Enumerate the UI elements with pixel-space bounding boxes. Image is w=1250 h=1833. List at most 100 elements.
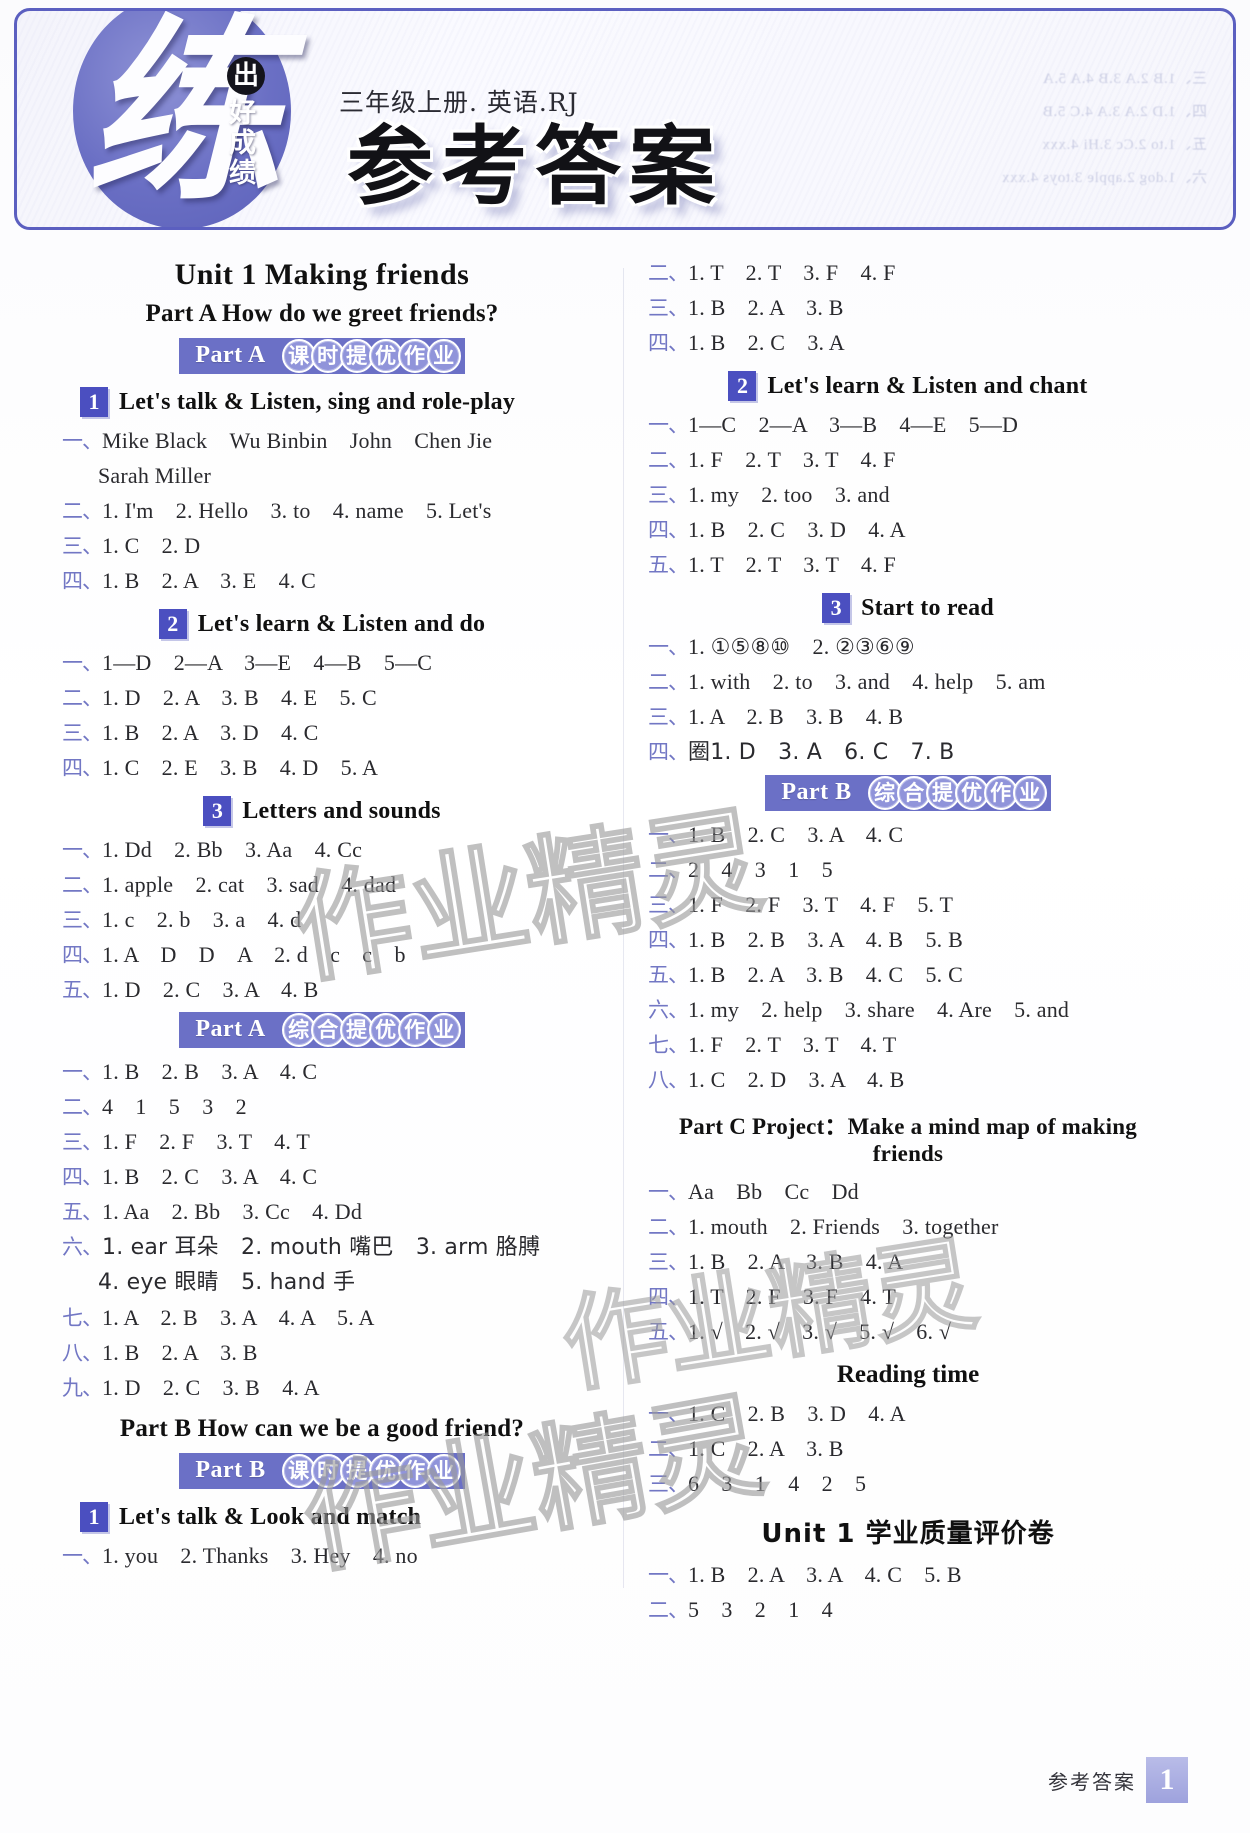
banner-bubble: 业 bbox=[1012, 776, 1047, 810]
answer-row: 三、 1. A 2. B 3. B 4. B bbox=[648, 702, 1168, 732]
row-index-cn: 二、 bbox=[648, 261, 689, 285]
row-index-cn: 四、 bbox=[648, 518, 689, 542]
row-answers: 1. you 2. Thanks 3. Hey 4. no bbox=[102, 1543, 418, 1568]
row-answers: 1. c 2. b 3. a 4. d bbox=[102, 907, 302, 932]
row-answers: 1. B 2. A 3. B bbox=[688, 295, 844, 320]
answer-group-reading-time: 一、 1. C 2. B 3. D 4. A 二、 1. C 2. A 3. B 三… bbox=[648, 1399, 1168, 1499]
answer-group-2: 一、 1—D 2—A 3—E 4—B 5—C 二、 1. D 2. A 3. B 4… bbox=[62, 648, 582, 783]
answer-group-b1-continued: 二、 1. T 2. T 3. F 4. F 三、 1. B 2. A 3. B 四… bbox=[648, 258, 1168, 358]
row-index-cn: 二、 bbox=[648, 448, 689, 472]
banner-part-b-keshi: Part B 课 时 提 优 作 业 bbox=[179, 1453, 465, 1489]
row-index-cn: 四、 bbox=[648, 740, 689, 764]
answer-row: 四、 1. B 2. A 3. E 4. C bbox=[62, 566, 582, 596]
subject-grade-line: 三年级上册. 英语.RJ bbox=[339, 88, 579, 117]
section-heading-r2: 2 Let's learn & Listen and chant bbox=[648, 371, 1168, 401]
section-heading-2: 2 Let's learn & Listen and do bbox=[62, 609, 582, 639]
section-number-badge: 1 bbox=[80, 387, 108, 417]
banner-tab-label: Part A bbox=[179, 1012, 280, 1048]
answer-row: 七、 1. A 2. B 3. A 4. A 5. A bbox=[62, 1303, 582, 1333]
row-answers: 1. C 2. B 3. D 4. A bbox=[688, 1401, 906, 1426]
banner-bubbles: 综 合 提 优 作 业 bbox=[865, 775, 1051, 811]
row-answers: 1. B 2. A 3. B bbox=[102, 1340, 258, 1365]
answer-row: 三、 1. B 2. A 3. D 4. C bbox=[62, 718, 582, 748]
logo-haochengji-text: 好成绩 bbox=[229, 98, 256, 189]
banner-bubbles: 综 合 提 优 作 业 bbox=[279, 1012, 465, 1048]
row-index-cn: 一、 bbox=[62, 1544, 103, 1568]
row-index-cn: 五、 bbox=[62, 1200, 103, 1224]
section-number-badge: 3 bbox=[822, 593, 851, 623]
answer-group-3: 一、 1. Dd 2. Bb 3. Aa 4. Cc 二、 1. apple 2. … bbox=[62, 835, 582, 1005]
row-index-cn: 一、 bbox=[648, 1563, 689, 1587]
row-index-cn: 一、 bbox=[62, 1060, 103, 1084]
page-title: 参考答案 bbox=[347, 117, 723, 217]
banner-bubble: 业 bbox=[426, 1013, 461, 1047]
answer-row: 三、 1. C 2. D bbox=[62, 531, 582, 561]
row-answers: 1. A 2. B 3. B 4. B bbox=[688, 704, 904, 729]
row-index-cn: 八、 bbox=[648, 1068, 689, 1092]
row-answers: 1—D 2—A 3—E 4—B 5—C bbox=[102, 650, 433, 675]
row-index-cn: 四、 bbox=[648, 331, 689, 355]
unit-title: Unit 1 Making friends bbox=[174, 258, 470, 291]
answer-row: 五、 1. √ 2. √ 3. √ 5. √ 6. √ bbox=[648, 1317, 1168, 1347]
answer-row: 二、 5 3 2 1 4 bbox=[648, 1595, 1168, 1625]
answer-row: 一、 1—C 2—A 3—B 4—E 5—D bbox=[648, 410, 1168, 440]
row-index-cn: 四、 bbox=[62, 1165, 103, 1189]
answer-row-continued: 4. eye 眼睛 5. hand 手 bbox=[62, 1268, 582, 1298]
row-answers: 4. eye 眼睛 5. hand 手 bbox=[98, 1270, 356, 1295]
answer-row: 五、 1. D 2. C 3. A 4. B bbox=[62, 975, 582, 1005]
row-answers: 1. I'm 2. Hello 3. to 4. name 5. Let's bbox=[102, 498, 492, 523]
row-answers: 1. T 2. T 3. T 4. F bbox=[688, 552, 896, 577]
answer-row: 四、 1. B 2. C 3. A bbox=[648, 328, 1168, 358]
answer-row: 五、 1. T 2. T 3. T 4. F bbox=[648, 550, 1168, 580]
answer-row: 四、 1. T 2. F 3. F 4. T bbox=[648, 1282, 1168, 1312]
row-answers: Aa Bb Cc Dd bbox=[688, 1179, 859, 1204]
answer-group-r2: 一、 1—C 2—A 3—B 4—E 5—D 二、 1. F 2. T 3. T 4… bbox=[648, 410, 1168, 580]
row-answers: 1. B 2. C 3. A 4. C bbox=[102, 1164, 318, 1189]
row-answers: 1. B 2. B 3. A 4. C bbox=[102, 1059, 318, 1084]
row-answers: 1. F 2. F 3. T 4. T bbox=[102, 1129, 310, 1154]
answer-row: 二、 1. with 2. to 3. and 4. help 5. am bbox=[648, 667, 1168, 697]
answer-row: 二、 2 4 3 1 5 bbox=[648, 855, 1168, 885]
logo-chu-badge: 出 bbox=[227, 57, 265, 95]
row-index-cn: 二、 bbox=[62, 499, 103, 523]
row-index-cn: 三、 bbox=[648, 483, 689, 507]
row-answers: 1. B 2. A 3. A 4. C 5. B bbox=[688, 1562, 962, 1587]
row-index-cn: 四、 bbox=[62, 569, 103, 593]
row-answers: 6 3 1 4 2 5 bbox=[688, 1471, 867, 1496]
unit-evaluation-heading: Unit 1 学业质量评价卷 bbox=[761, 1519, 1055, 1549]
banner-tab-label: Part A bbox=[179, 338, 280, 374]
row-index-cn: 七、 bbox=[62, 1306, 103, 1330]
banner-bubbles: 课 时 提 优 作 业 bbox=[279, 1453, 465, 1489]
answer-row: 五、 1. B 2. A 3. B 4. C 5. C bbox=[648, 960, 1168, 990]
section-heading-label: Let's learn & Listen and do bbox=[197, 610, 486, 637]
row-answers: 1. A D D A 2. d c c b bbox=[102, 942, 406, 967]
row-answers: 5 3 2 1 4 bbox=[688, 1597, 833, 1622]
section-heading-r3: 3 Start to read bbox=[648, 593, 1168, 623]
banner-tab-label: Part B bbox=[179, 1453, 280, 1489]
row-answers: 1. C 2. A 3. B bbox=[688, 1436, 844, 1461]
section-heading-label: Start to read bbox=[861, 594, 994, 621]
answer-row: 八、 1. B 2. A 3. B bbox=[62, 1338, 582, 1368]
part-c-heading: Part C Project：Make a mind map of making… bbox=[679, 1114, 1137, 1166]
answer-row: 一、 1. Dd 2. Bb 3. Aa 4. Cc bbox=[62, 835, 582, 865]
answer-key-page: 三、1.B 2.A 3.B 4.A 5.A 四、1.D 2.A 3.A 4.C … bbox=[0, 0, 1250, 1833]
answer-row: 四、 1. A D D A 2. d c c b bbox=[62, 940, 582, 970]
banner-part-b-zonghe: Part B 综 合 提 优 作 业 bbox=[765, 775, 1051, 811]
row-index-cn: 三、 bbox=[62, 1130, 103, 1154]
row-index-cn: 二、 bbox=[648, 1598, 689, 1622]
row-index-cn: 二、 bbox=[62, 873, 103, 897]
row-index-cn: 一、 bbox=[62, 651, 103, 675]
banner-part-a-keshi: Part A 课 时 提 优 作 业 bbox=[179, 338, 465, 374]
row-index-cn: 三、 bbox=[648, 705, 689, 729]
row-answers: 1. B 2. C 3. D 4. A bbox=[688, 517, 906, 542]
row-index-cn: 一、 bbox=[62, 838, 103, 862]
row-answers: 1. B 2. B 3. A 4. B 5. B bbox=[688, 927, 963, 952]
row-answers: 1. B 2. C 3. A bbox=[688, 330, 845, 355]
row-answers: 4 1 5 3 2 bbox=[102, 1094, 247, 1119]
row-index-cn: 五、 bbox=[648, 963, 689, 987]
section-number-badge: 3 bbox=[203, 796, 232, 826]
row-answers: 1. T 2. T 3. F 4. F bbox=[688, 260, 896, 285]
row-answers: 1. my 2. help 3. share 4. Are 5. and bbox=[688, 997, 1070, 1022]
part-a-heading: Part A How do we greet friends? bbox=[145, 300, 499, 327]
row-answers: 1. B 2. A 3. B 4. A bbox=[688, 1249, 904, 1274]
